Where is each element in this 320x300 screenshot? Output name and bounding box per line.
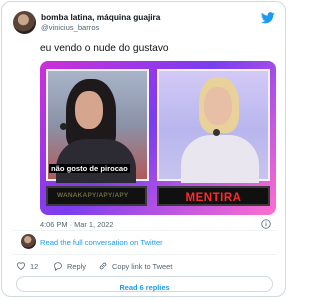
read-conversation-link[interactable]: Read the full conversation on Twitter [40,238,163,247]
author-handle[interactable]: @vinicius_barros [41,23,99,32]
tweet-card: bomba latina, máquina guajira @vinicius_… [1,1,286,297]
reply-icon [54,262,62,271]
media-caption: não gosto de pirocao [49,164,130,173]
copy-link-button[interactable]: Copy link to Tweet [98,261,172,271]
read-replies-label: Read 6 replies [119,283,170,292]
person-body [181,135,259,183]
reply-button[interactable]: Reply [53,261,86,271]
divider [12,254,277,255]
info-icon[interactable] [261,219,271,229]
reply-label: Reply [67,261,86,271]
copy-link-label: Copy link to Tweet [112,261,173,271]
like-count: 12 [30,261,39,271]
tweet-text: eu vendo o nude do gustavo [40,43,169,54]
author-avatar[interactable] [13,11,36,34]
tweet-timestamp[interactable]: 4:06 PM · Mar 1, 2022 [40,220,114,229]
person-face [75,91,103,129]
author-avatar-small[interactable] [21,234,36,249]
person-face [204,87,232,125]
microphone-icon [60,123,67,130]
author-display-name[interactable]: bomba latina, máquina guajira [41,12,160,22]
twitter-bird-icon[interactable] [261,12,275,24]
tweet-media-image[interactable]: não gosto de pirocao WANAKAPY/APY/APY ME… [40,61,276,215]
media-left-bar: WANAKAPY/APY/APY [46,186,147,206]
read-replies-button[interactable]: Read 6 replies [16,276,273,292]
microphone-icon [213,129,220,136]
heart-icon [17,262,25,270]
divider [12,230,277,231]
media-right-bar: MENTIRA [157,186,270,206]
link-icon [99,262,107,270]
person-body [56,139,136,183]
like-button[interactable]: 12 [16,261,38,271]
media-left-bar-text: WANAKAPY/APY/APY [57,192,129,199]
media-right-panel [157,69,270,183]
media-right-bar-text: MENTIRA [185,192,242,204]
